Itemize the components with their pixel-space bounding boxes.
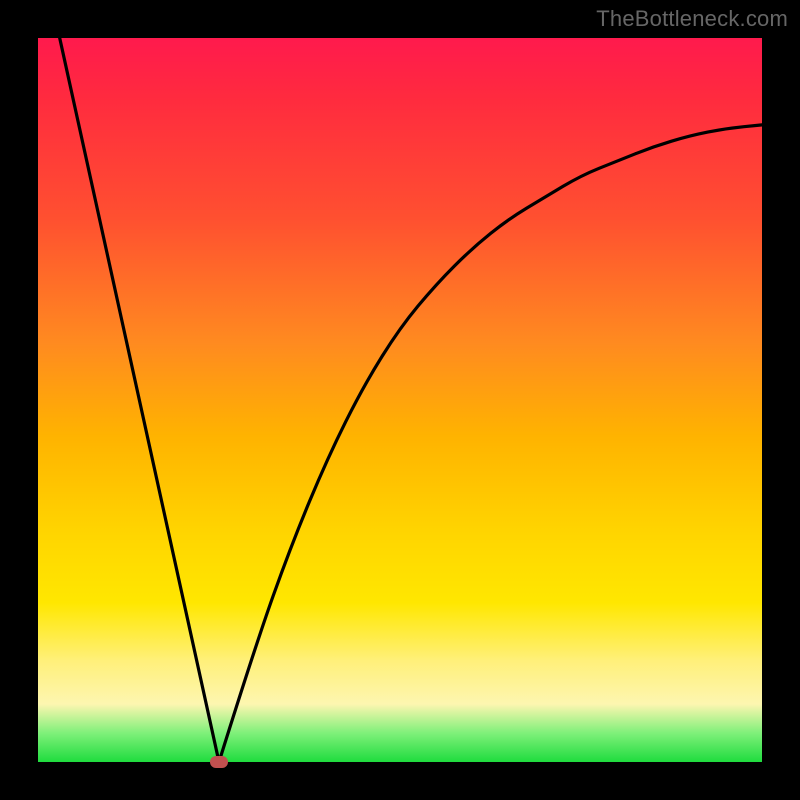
plot-area <box>38 38 762 762</box>
curve-left <box>60 38 219 762</box>
chart-frame: TheBottleneck.com <box>0 0 800 800</box>
min-marker <box>210 756 228 768</box>
watermark-text: TheBottleneck.com <box>596 6 788 32</box>
curve-svg <box>38 38 762 762</box>
curve-right <box>219 125 762 762</box>
